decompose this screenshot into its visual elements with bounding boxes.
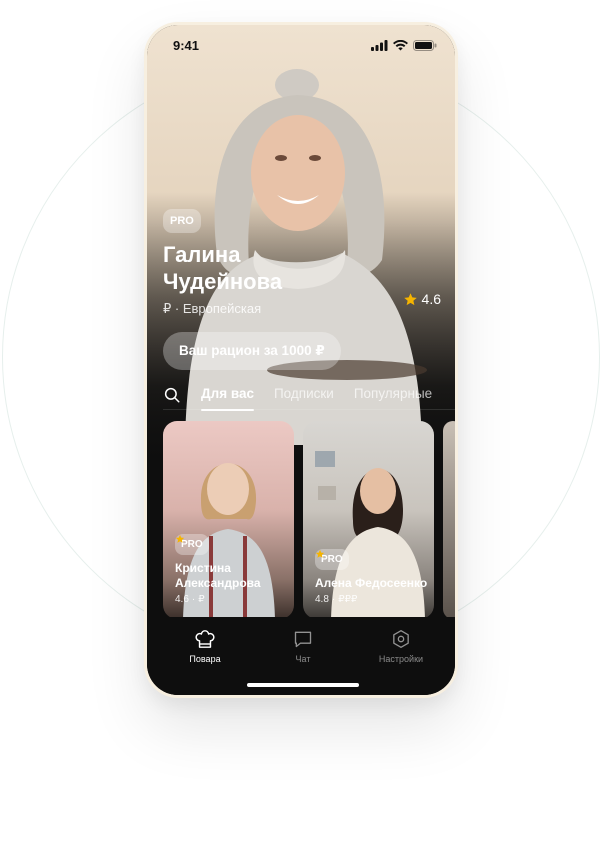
status-time: 9:41 <box>173 37 200 53</box>
nav-chefs-label: Повара <box>189 654 221 664</box>
chef-card-price: ₽ <box>198 594 205 605</box>
star-icon <box>403 292 417 305</box>
chef-rating-value: 4.6 <box>421 291 441 307</box>
chef-card-name: Кристина Александрова <box>175 561 261 590</box>
tab-subscriptions[interactable]: Подписки <box>274 386 334 405</box>
wifi-icon <box>393 39 408 50</box>
star-icon <box>315 549 325 558</box>
meta-separator: · <box>191 594 196 605</box>
tab-for-you[interactable]: Для вас <box>201 386 254 411</box>
chef-card-partial[interactable] <box>443 421 455 619</box>
meta-separator: · <box>331 594 336 605</box>
chef-card-rating: 4.6 <box>175 594 189 605</box>
bottom-navigation: Повара Чат Настройки <box>147 617 455 695</box>
chef-card-info: PRO Кристина Александрова 4.6 · ₽ <box>175 534 288 605</box>
chef-name[interactable]: Галина Чудейнова <box>163 241 363 295</box>
nav-settings-label: Настройки <box>378 654 424 664</box>
tab-popular[interactable]: Популярные <box>354 386 432 405</box>
cellular-signal-icon <box>371 39 388 51</box>
star-icon <box>175 534 185 543</box>
pro-badge: PRO <box>163 209 201 233</box>
nav-chefs[interactable]: Повара <box>177 629 233 664</box>
chat-icon <box>294 631 312 648</box>
chef-rating: 4.6 <box>403 291 441 307</box>
chef-hat-icon <box>195 630 215 648</box>
chef-card-meta: 4.6 · ₽ <box>175 534 288 605</box>
chef-card-name: Алена Федосеенко <box>315 576 428 590</box>
nav-settings[interactable]: Настройки <box>373 629 429 664</box>
app-screen: 9:41 PRO Галина Чудейнова 4.6 ₽ · Европе… <box>147 25 455 695</box>
diet-plan-button[interactable]: Ваш рацион за 1000 ₽ <box>163 332 341 370</box>
search-icon[interactable] <box>163 386 181 404</box>
tabs-divider <box>163 409 455 410</box>
battery-icon <box>413 39 437 51</box>
status-icons <box>371 39 437 51</box>
chef-card-price: ₽₽₽ <box>338 594 358 605</box>
home-indicator <box>247 683 359 687</box>
settings-icon <box>393 630 409 648</box>
chef-card[interactable]: PRO Алена Федосеенко 4.8 · ₽₽₽ <box>303 421 434 619</box>
chef-card[interactable]: PRO Кристина Александрова 4.6 · ₽ <box>163 421 294 619</box>
chef-card-meta: 4.8 · ₽₽₽ <box>315 549 428 605</box>
chef-cards: PRO Кристина Александрова 4.6 · ₽ PRO Ал… <box>163 421 455 619</box>
nav-chat-label: Чат <box>295 654 311 664</box>
phone-frame: 9:41 PRO Галина Чудейнова 4.6 ₽ · Европе… <box>144 22 458 698</box>
status-bar: 9:41 <box>147 25 455 65</box>
chef-card-rating: 4.8 <box>315 594 329 605</box>
tab-bar: Для вас Подписки Популярные <box>163 381 455 411</box>
chef-info: PRO Галина Чудейнова 4.6 ₽ · Европейская… <box>163 209 445 370</box>
nav-chat[interactable]: Чат <box>275 629 331 664</box>
chef-card-info: PRO Алена Федосеенко 4.8 · ₽₽₽ <box>315 549 428 605</box>
